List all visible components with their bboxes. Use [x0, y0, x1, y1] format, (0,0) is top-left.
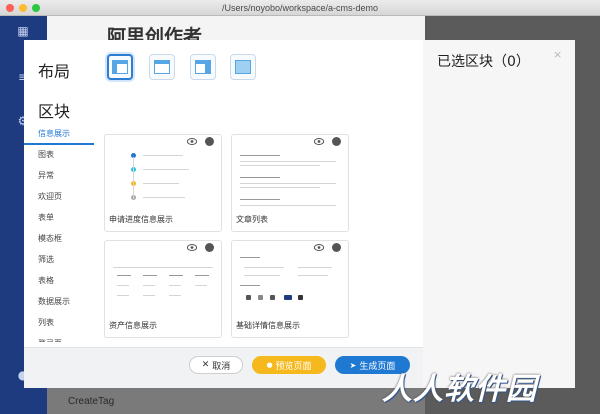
list-item-createtag[interactable]: CreateTag — [68, 396, 114, 407]
block-thumbnail — [240, 255, 342, 313]
close-icon[interactable]: × — [553, 48, 562, 61]
send-icon: ➤ — [349, 360, 357, 370]
category-item-exception[interactable]: 异常 — [24, 166, 94, 187]
block-card-title: 资产信息展示 — [109, 321, 157, 330]
eye-icon[interactable] — [187, 244, 197, 251]
preview-page-button[interactable]: ● 预览页面 — [252, 356, 326, 374]
layout-blank-icon — [235, 60, 251, 74]
category-item-list[interactable]: 列表 — [24, 313, 94, 334]
category-item-welcome[interactable]: 欢迎页 — [24, 187, 94, 208]
eye-icon[interactable] — [314, 138, 324, 145]
preview-icon: ● — [266, 361, 273, 369]
github-icon[interactable] — [332, 243, 341, 252]
layout-header-aside-icon — [195, 60, 211, 74]
layout-option-header-sidebar[interactable] — [107, 54, 133, 80]
block-heading: 区块 — [38, 102, 71, 121]
eye-icon[interactable] — [314, 244, 324, 251]
window-titlebar: /Users/noyobo/workspace/a-cms-demo — [0, 0, 600, 16]
grid-icon[interactable]: ▦ — [14, 24, 32, 40]
github-icon[interactable] — [205, 137, 214, 146]
block-thumbnail — [240, 149, 342, 207]
category-item-filter[interactable]: 筛选 — [24, 250, 94, 271]
block-thumbnail — [113, 149, 215, 207]
category-item-form[interactable]: 表单 — [24, 208, 94, 229]
window-title: /Users/noyobo/workspace/a-cms-demo — [221, 2, 379, 13]
layout-option-header-only[interactable] — [149, 54, 175, 80]
layout-option-header-aside[interactable] — [190, 54, 216, 80]
github-icon[interactable] — [332, 137, 341, 146]
block-card[interactable]: 文章列表 — [231, 134, 349, 232]
block-card[interactable]: 申请进度信息展示 — [104, 134, 222, 232]
category-list: 信息展示 图表 异常 欢迎页 表单 模态框 筛选 表格 数据展示 列表 登录页 — [24, 124, 94, 342]
selected-blocks-panel — [423, 40, 575, 388]
cancel-button[interactable]: ✕ 取消 — [189, 356, 243, 374]
category-item-login[interactable]: 登录页 — [24, 334, 94, 342]
block-card-title: 申请进度信息展示 — [109, 215, 173, 224]
close-icon: ✕ — [201, 360, 210, 370]
category-item-table[interactable]: 表格 — [24, 271, 94, 292]
category-item-modal[interactable]: 模态框 — [24, 229, 94, 250]
watermark-logo: 人人软件园 — [382, 364, 537, 408]
block-card-title: 文章列表 — [236, 215, 268, 224]
category-item-data-display[interactable]: 数据展示 — [24, 292, 94, 313]
block-card[interactable]: 资产信息展示 — [104, 240, 222, 338]
block-card[interactable]: 基础详情信息展示 — [231, 240, 349, 338]
github-icon[interactable] — [205, 243, 214, 252]
layout-heading: 布局 — [38, 62, 71, 81]
block-thumbnail — [113, 255, 215, 313]
layout-header-only-icon — [154, 60, 170, 74]
category-item-info[interactable]: 信息展示 — [24, 124, 94, 145]
cancel-button-label: 取消 — [212, 361, 231, 372]
selected-blocks-title: 已选区块（0） — [437, 54, 530, 70]
preview-page-button-label: 预览页面 — [275, 361, 312, 372]
category-item-chart[interactable]: 图表 — [24, 145, 94, 166]
watermark-text: 人人软件园 — [382, 372, 537, 407]
eye-icon[interactable] — [187, 138, 197, 145]
layout-header-sidebar-icon — [112, 60, 128, 74]
block-card-title: 基础详情信息展示 — [236, 321, 300, 330]
layout-option-blank[interactable] — [230, 54, 256, 80]
